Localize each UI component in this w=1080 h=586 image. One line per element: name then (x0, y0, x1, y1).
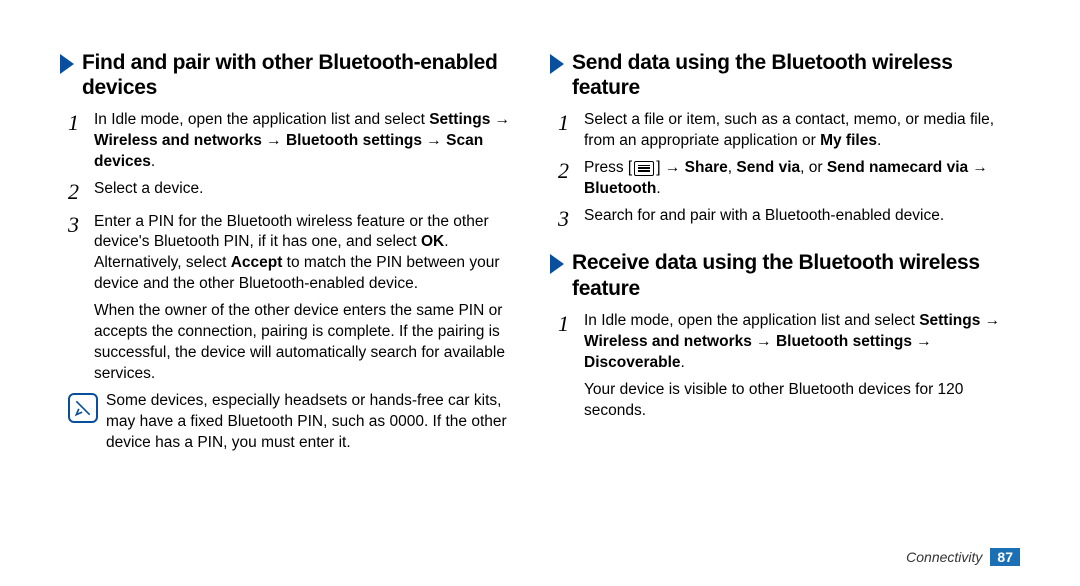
chevron-icon (60, 54, 74, 74)
chevron-icon (550, 54, 564, 74)
text: . (877, 132, 881, 149)
section-heading-send: Send data using the Bluetooth wireless f… (550, 50, 1020, 100)
page: Find and pair with other Bluetooth-enabl… (0, 0, 1080, 586)
note: Some devices, especially headsets or han… (60, 391, 530, 454)
step-body: Search for and pair with a Bluetooth-ena… (584, 206, 944, 232)
text: In Idle mode, open the application list … (584, 312, 919, 329)
left-column: Find and pair with other Bluetooth-enabl… (50, 40, 540, 566)
step-number: 1 (68, 110, 94, 173)
bold-namecard: Send namecard via (827, 159, 968, 176)
footer-section: Connectivity (906, 549, 982, 565)
bold-share: Share (685, 159, 728, 176)
step-number: 3 (68, 212, 94, 296)
recv-step-1-continuation: Your device is visible to other Bluetoot… (550, 380, 1020, 422)
text: . (656, 180, 660, 197)
step-3-continuation: When the owner of the other device enter… (60, 301, 530, 385)
text: , or (800, 159, 827, 176)
send-step-3: 3 Search for and pair with a Bluetooth-e… (550, 206, 1020, 232)
step-body: Press [] → Share, Send via, or Send name… (584, 158, 1020, 200)
step-number: 3 (558, 206, 584, 232)
step-number: 1 (558, 110, 584, 152)
send-step-2: 2 Press [] → Share, Send via, or Send na… (550, 158, 1020, 200)
bold-myfiles: My files (820, 132, 877, 149)
step-body: Enter a PIN for the Bluetooth wireless f… (94, 212, 530, 296)
right-column: Send data using the Bluetooth wireless f… (540, 40, 1030, 566)
bold-sendvia: Send via (736, 159, 800, 176)
step-3: 3 Enter a PIN for the Bluetooth wireless… (60, 212, 530, 296)
text: Press [ (584, 159, 632, 176)
bold-ok: OK (421, 233, 444, 250)
note-body: Some devices, especially headsets or han… (106, 391, 530, 454)
menu-key-icon (634, 161, 654, 176)
chevron-icon (550, 254, 564, 274)
text: ] → (656, 159, 684, 176)
text: Select a file or item, such as a contact… (584, 111, 994, 149)
text: → (968, 159, 988, 176)
send-step-1: 1 Select a file or item, such as a conta… (550, 110, 1020, 152)
text: . (151, 153, 155, 170)
heading-text: Find and pair with other Bluetooth-enabl… (82, 50, 530, 100)
page-footer: Connectivity 87 (906, 548, 1020, 566)
step-number: 1 (558, 311, 584, 374)
section-heading-pair: Find and pair with other Bluetooth-enabl… (60, 50, 530, 100)
text: In Idle mode, open the application list … (94, 111, 429, 128)
step-body: In Idle mode, open the application list … (584, 311, 1020, 374)
step-body: In Idle mode, open the application list … (94, 110, 530, 173)
bold-accept: Accept (231, 254, 283, 271)
step-body: Select a file or item, such as a contact… (584, 110, 1020, 152)
step-1: 1 In Idle mode, open the application lis… (60, 110, 530, 173)
footer-page-number: 87 (990, 548, 1020, 566)
text: . (681, 354, 685, 371)
recv-step-1: 1 In Idle mode, open the application lis… (550, 311, 1020, 374)
heading-text: Receive data using the Bluetooth wireles… (572, 250, 1020, 300)
step-number: 2 (68, 179, 94, 205)
heading-text: Send data using the Bluetooth wireless f… (572, 50, 1020, 100)
step-2: 2 Select a device. (60, 179, 530, 205)
bold-bluetooth: Bluetooth (584, 180, 656, 197)
step-body: Select a device. (94, 179, 203, 205)
note-icon (68, 393, 98, 423)
step-number: 2 (558, 158, 584, 200)
section-heading-receive: Receive data using the Bluetooth wireles… (550, 250, 1020, 300)
